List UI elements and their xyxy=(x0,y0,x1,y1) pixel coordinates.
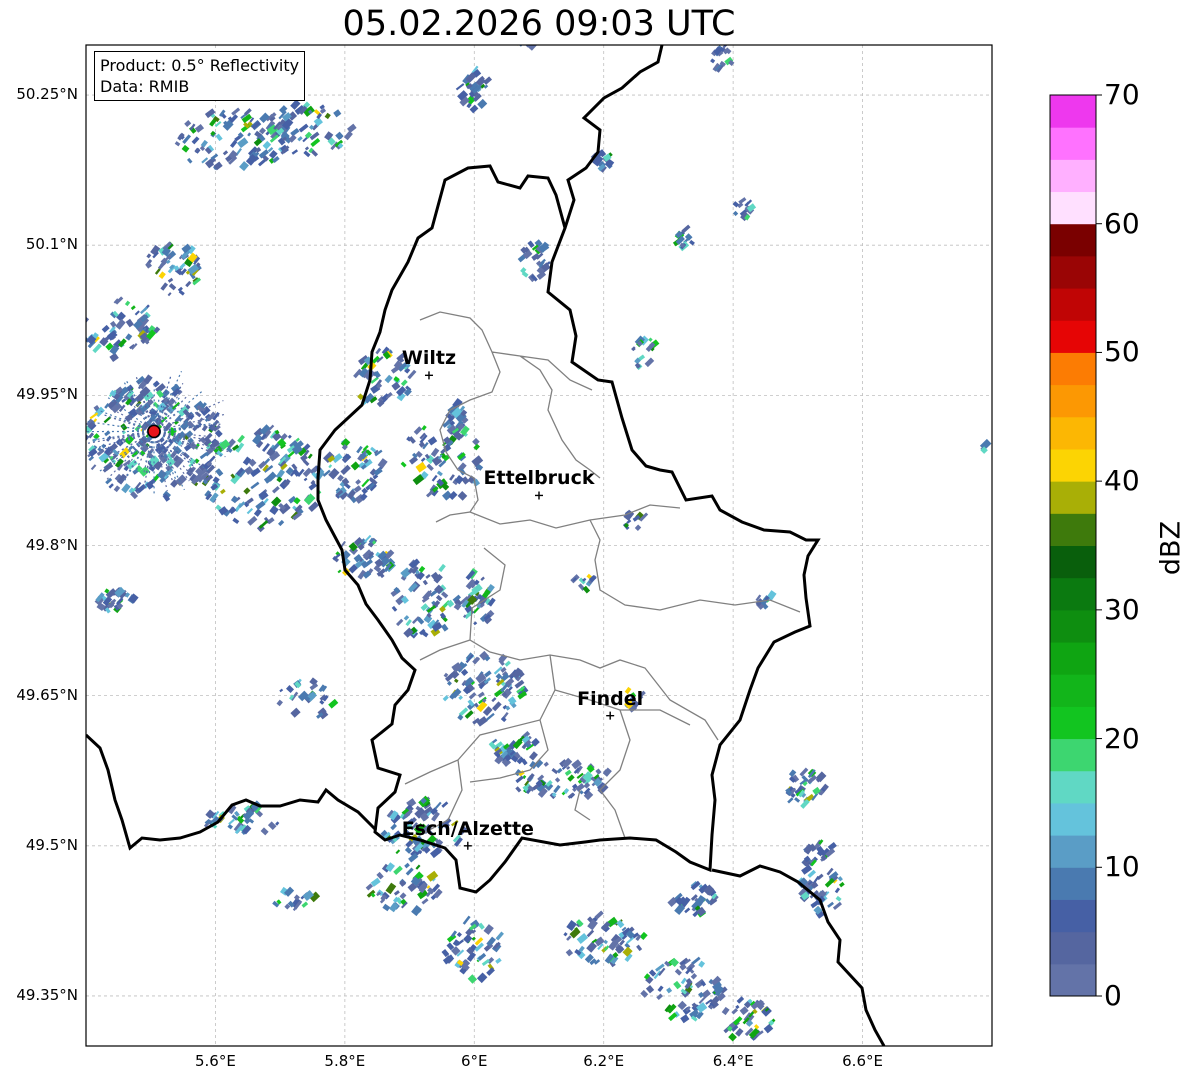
lat-tick-label: 49.95°N xyxy=(16,385,78,404)
lat-tick-label: 50.25°N xyxy=(16,85,78,104)
city-label: Findel xyxy=(577,687,644,710)
colorbar-segment xyxy=(1050,416,1096,450)
lon-tick-label: 6.6°E xyxy=(842,1052,883,1070)
colorbar-tick-label: 40 xyxy=(1104,464,1140,498)
colorbar-segment xyxy=(1050,899,1096,933)
echo-pixel xyxy=(520,30,527,37)
colorbar-segment xyxy=(1050,963,1096,997)
lon-tick-label: 6.2°E xyxy=(583,1052,625,1070)
colorbar-segment xyxy=(1050,674,1096,707)
colorbar-segment xyxy=(1050,835,1096,868)
colorbar-segment xyxy=(1050,384,1096,418)
lon-tick-label: 6.4°E xyxy=(712,1052,754,1070)
colorbar-tick-label: 30 xyxy=(1104,592,1140,626)
colorbar-tick-label: 0 xyxy=(1104,979,1122,1012)
colorbar-tick-label: 20 xyxy=(1104,721,1140,755)
colorbar-segment xyxy=(1050,931,1096,965)
echo-pixel xyxy=(519,31,526,38)
colorbar-segment xyxy=(1050,255,1096,289)
colorbar-segment xyxy=(1050,223,1096,257)
city-label: Esch/Alzette xyxy=(401,817,534,840)
colorbar-label: dBZ xyxy=(1155,520,1184,576)
lon-tick-label: 6°E xyxy=(461,1052,488,1070)
lat-tick-label: 49.5°N xyxy=(25,835,78,854)
lat-tick-label: 49.65°N xyxy=(16,685,78,704)
colorbar-segment xyxy=(1050,320,1096,353)
colorbar-segment xyxy=(1050,867,1096,900)
product-info-box: Product: 0.5° Reflectivity Data: RMIB xyxy=(94,51,306,101)
colorbar-segment xyxy=(1050,159,1096,193)
product-label: Product: 0.5° Reflectivity xyxy=(100,56,300,75)
radar-site-marker xyxy=(147,424,161,439)
city-label: Wiltz xyxy=(401,347,457,370)
colorbar-segment xyxy=(1050,609,1096,643)
colorbar-segment xyxy=(1050,577,1096,611)
radar-map xyxy=(85,30,1102,1047)
colorbar-segment xyxy=(1050,513,1096,546)
colorbar-segment xyxy=(1050,288,1096,321)
colorbar-segment xyxy=(1050,802,1096,836)
colorbar-tick-label: 60 xyxy=(1104,206,1140,240)
colorbar-tick-label: 50 xyxy=(1104,335,1140,369)
lon-tick-label: 5.6°E xyxy=(195,1052,236,1070)
colorbar-segment xyxy=(1050,706,1096,740)
colorbar-segment xyxy=(1050,481,1096,514)
echo-pixel xyxy=(528,45,538,46)
colorbar-segment xyxy=(1050,770,1096,804)
data-source-label: Data: RMIB xyxy=(100,77,190,96)
city-label: Ettelbruck xyxy=(483,467,595,490)
colorbar-scale xyxy=(1050,94,1102,997)
colorbar-tick-label: 10 xyxy=(1104,850,1140,884)
colorbar-segment xyxy=(1050,738,1096,772)
colorbar-segment xyxy=(1050,642,1096,675)
colorbar-segment xyxy=(1050,352,1096,386)
colorbar-segment xyxy=(1050,95,1096,128)
colorbar-segment xyxy=(1050,545,1096,579)
lat-tick-label: 49.35°N xyxy=(16,985,78,1004)
colorbar-segment xyxy=(1050,448,1096,482)
colorbar-segment xyxy=(1050,191,1096,225)
colorbar-tick-label: 70 xyxy=(1104,78,1140,111)
lon-tick-label: 5.8°E xyxy=(324,1052,366,1070)
lat-tick-label: 50.1°N xyxy=(25,235,78,254)
lat-tick-label: 49.8°N xyxy=(25,535,78,554)
echo-pixel xyxy=(512,34,519,41)
echo-pixel xyxy=(523,38,530,45)
colorbar-segment xyxy=(1050,127,1096,160)
echo-pixel xyxy=(512,37,519,44)
